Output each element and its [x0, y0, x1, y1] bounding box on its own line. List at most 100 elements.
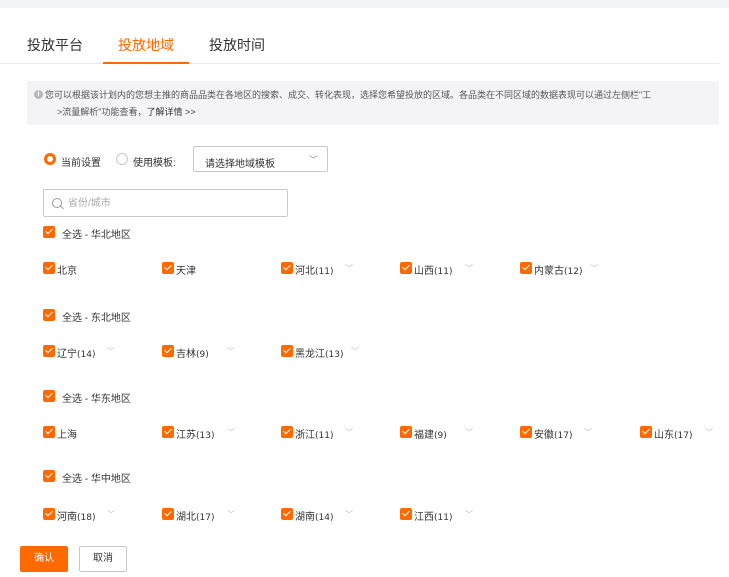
province-count: (17) — [674, 431, 693, 441]
chevron-down-icon[interactable]: ﹀ — [584, 427, 592, 438]
province-item[interactable]: 浙江(11) — [295, 426, 333, 441]
province-checkbox[interactable] — [520, 262, 532, 274]
province-item[interactable]: 内蒙古(12) — [534, 262, 582, 277]
province-count: (13) — [325, 350, 344, 360]
province-item[interactable]: 上海 — [57, 426, 77, 441]
tab-platform[interactable]: 投放平台 — [27, 35, 83, 55]
province-checkbox[interactable] — [400, 262, 412, 274]
province-item[interactable]: 北京 — [57, 262, 77, 277]
tab-time[interactable]: 投放时间 — [209, 35, 265, 55]
region-group-title[interactable]: 全选 - 华中地区 — [62, 470, 131, 485]
chevron-down-icon[interactable]: ﹀ — [351, 346, 359, 357]
province-item[interactable]: 湖南(14) — [295, 508, 333, 523]
chevron-down-icon[interactable]: ﹀ — [107, 346, 115, 357]
chevron-down-icon[interactable]: ﹀ — [465, 263, 473, 274]
province-item[interactable]: 山西(11) — [414, 262, 452, 277]
region-group-title[interactable]: 全选 - 华东地区 — [62, 390, 131, 405]
select-all-checkbox[interactable] — [43, 309, 55, 321]
province-item[interactable]: 河南(18) — [57, 508, 95, 523]
province-search-input[interactable] — [68, 195, 268, 212]
tab-region[interactable]: 投放地域 — [118, 35, 174, 55]
chevron-down-icon[interactable]: ﹀ — [227, 427, 235, 438]
province-name: 福建 — [414, 430, 434, 441]
province-item[interactable]: 辽宁(14) — [57, 345, 95, 360]
select-all-checkbox[interactable] — [43, 470, 55, 482]
province-item[interactable]: 天津 — [176, 262, 196, 277]
chevron-down-icon[interactable]: ﹀ — [465, 509, 473, 520]
cancel-button[interactable]: 取消 — [79, 546, 127, 572]
province-name: 内蒙古 — [534, 266, 564, 277]
province-count: (11) — [315, 431, 334, 441]
province-name: 湖南 — [295, 512, 315, 523]
footer-bar: 确认 取消 — [0, 535, 729, 577]
notice-text-cont: >流量解析"功能查看， — [57, 107, 147, 117]
chevron-down-icon[interactable]: ﹀ — [465, 427, 473, 438]
region-group-title[interactable]: 全选 - 华北地区 — [62, 226, 131, 241]
province-checkbox[interactable] — [162, 262, 174, 274]
select-all-checkbox[interactable] — [43, 390, 55, 402]
chevron-down-icon[interactable]: ﹀ — [227, 509, 235, 520]
province-item[interactable]: 江西(11) — [414, 508, 452, 523]
chevron-down-icon[interactable]: ﹀ — [590, 263, 598, 274]
use-template-label[interactable]: 使用模板: — [133, 154, 176, 169]
province-item[interactable]: 江苏(13) — [176, 426, 214, 441]
region-group-title[interactable]: 全选 - 东北地区 — [62, 309, 131, 324]
province-item[interactable]: 黑龙江(13) — [295, 345, 343, 360]
chevron-down-icon[interactable]: ﹀ — [227, 346, 235, 357]
province-checkbox[interactable] — [281, 508, 293, 520]
learn-more-link[interactable]: 了解详情 >> — [146, 107, 195, 117]
province-item[interactable]: 安徽(17) — [534, 426, 572, 441]
province-count: (9) — [434, 431, 447, 441]
province-count: (11) — [434, 267, 453, 277]
province-count: (9) — [196, 350, 209, 360]
notice-banner: i 您可以根据该计划内的您想主推的商品品类在各地区的搜索、成交、转化表现，选择您… — [27, 81, 719, 125]
current-setting-label[interactable]: 当前设置 — [61, 154, 101, 169]
province-item[interactable]: 山东(17) — [654, 426, 692, 441]
province-name: 辽宁 — [57, 349, 77, 360]
province-item[interactable]: 湖北(17) — [176, 508, 214, 523]
province-name: 天津 — [176, 266, 196, 277]
province-checkbox[interactable] — [43, 508, 55, 520]
province-count: (17) — [554, 431, 573, 441]
province-checkbox[interactable] — [281, 426, 293, 438]
province-checkbox[interactable] — [43, 426, 55, 438]
chevron-down-icon[interactable]: ﹀ — [345, 427, 353, 438]
current-setting-radio[interactable] — [44, 153, 56, 165]
province-checkbox[interactable] — [43, 345, 55, 357]
province-name: 河南 — [57, 512, 77, 523]
province-item[interactable]: 福建(9) — [414, 426, 447, 441]
province-checkbox[interactable] — [520, 426, 532, 438]
province-checkbox[interactable] — [162, 345, 174, 357]
province-count: (13) — [196, 431, 215, 441]
province-name: 山西 — [414, 266, 434, 277]
province-checkbox[interactable] — [400, 508, 412, 520]
top-strip — [0, 0, 729, 8]
province-name: 黑龙江 — [295, 349, 325, 360]
province-count: (11) — [315, 267, 334, 277]
province-checkbox[interactable] — [162, 426, 174, 438]
province-name: 江西 — [414, 512, 434, 523]
province-checkbox[interactable] — [43, 262, 55, 274]
use-template-radio[interactable] — [116, 153, 128, 165]
chevron-down-icon[interactable]: ﹀ — [107, 509, 115, 520]
select-all-checkbox[interactable] — [43, 226, 55, 238]
region-template-select[interactable]: 请选择地域模板 ﹀ — [193, 146, 328, 172]
confirm-button[interactable]: 确认 — [20, 546, 68, 572]
province-count: (14) — [315, 513, 334, 523]
province-name: 上海 — [57, 430, 77, 441]
chevron-down-icon[interactable]: ﹀ — [705, 427, 713, 438]
active-tab-indicator — [103, 62, 189, 64]
province-checkbox[interactable] — [400, 426, 412, 438]
notice-text: 您可以根据该计划内的您想主推的商品品类在各地区的搜索、成交、转化表现，选择您希望… — [45, 90, 652, 100]
province-checkbox[interactable] — [281, 345, 293, 357]
chevron-down-icon[interactable]: ﹀ — [345, 263, 353, 274]
province-checkbox[interactable] — [281, 262, 293, 274]
province-item[interactable]: 吉林(9) — [176, 345, 209, 360]
province-checkbox[interactable] — [162, 508, 174, 520]
chevron-down-icon[interactable]: ﹀ — [345, 509, 353, 520]
province-item[interactable]: 河北(11) — [295, 262, 333, 277]
province-name: 江苏 — [176, 430, 196, 441]
province-count: (12) — [564, 267, 583, 277]
province-count: (18) — [77, 513, 96, 523]
province-checkbox[interactable] — [640, 426, 652, 438]
